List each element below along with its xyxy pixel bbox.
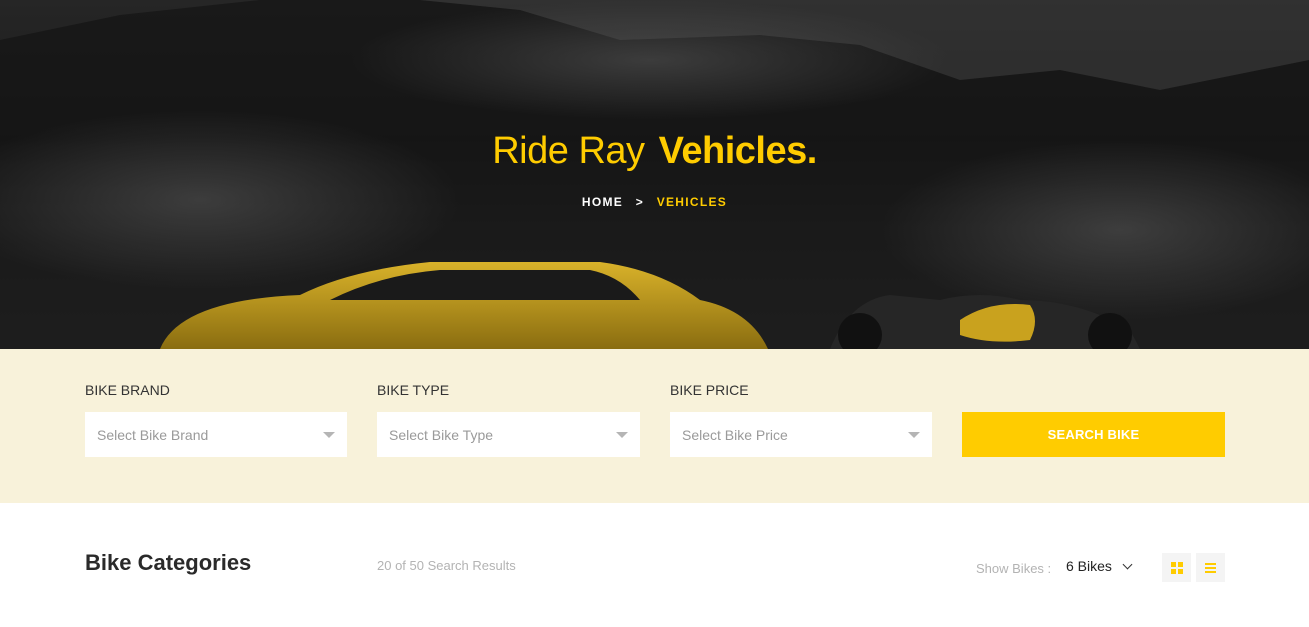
page-title-bold: Vehicles. — [658, 130, 818, 172]
bike-brand-placeholder: Select Bike Brand — [97, 426, 209, 443]
bike-brand-label: BIKE BRAND — [85, 382, 170, 398]
bike-type-placeholder: Select Bike Type — [389, 426, 494, 443]
bike-type-field: BIKE TYPE Select Bike Type — [377, 382, 640, 457]
chevron-down-icon — [1122, 559, 1133, 569]
results-count: 20 of 50 Search Results — [377, 558, 516, 573]
section-title: Bike Categories — [85, 550, 252, 575]
page-title: Ride Ray Vehicles. — [0, 130, 1309, 173]
bike-brand-select[interactable]: Select Bike Brand — [85, 412, 347, 457]
grid-icon — [1170, 561, 1183, 574]
bike-price-placeholder: Select Bike Price — [682, 426, 788, 443]
bike-type-select[interactable]: Select Bike Type — [377, 412, 640, 457]
search-bike-button[interactable]: SEARCH BIKE — [962, 412, 1225, 457]
hero-background-image — [0, 0, 1309, 349]
show-bikes-label: Show Bikes : — [976, 561, 1052, 576]
breadcrumb-separator-icon: > — [635, 195, 645, 209]
caret-down-icon — [616, 431, 628, 438]
bike-type-label: BIKE TYPE — [377, 382, 450, 398]
list-icon — [1205, 562, 1216, 573]
show-bikes-select[interactable]: 6 Bikes — [1066, 558, 1133, 574]
bike-price-field: BIKE PRICE Select Bike Price — [670, 382, 932, 457]
page-title-light: Ride Ray — [492, 130, 645, 172]
hero-banner: Ride Ray Vehicles. HOME > VEHICLES — [0, 0, 1309, 349]
bike-price-label: BIKE PRICE — [670, 382, 749, 398]
breadcrumb-home-link[interactable]: HOME — [582, 195, 623, 209]
caret-down-icon — [908, 431, 920, 438]
bike-price-select[interactable]: Select Bike Price — [670, 412, 932, 457]
show-bikes-value: 6 Bikes — [1066, 558, 1112, 574]
list-view-button[interactable] — [1196, 553, 1225, 582]
grid-view-button[interactable] — [1162, 553, 1191, 582]
caret-down-icon — [323, 431, 335, 438]
bike-brand-field: BIKE BRAND Select Bike Brand — [85, 382, 347, 457]
search-bar: BIKE BRAND Select Bike Brand BIKE TYPE S… — [0, 349, 1309, 503]
breadcrumb-current: VEHICLES — [656, 195, 728, 209]
breadcrumb: HOME > VEHICLES — [0, 195, 1309, 209]
